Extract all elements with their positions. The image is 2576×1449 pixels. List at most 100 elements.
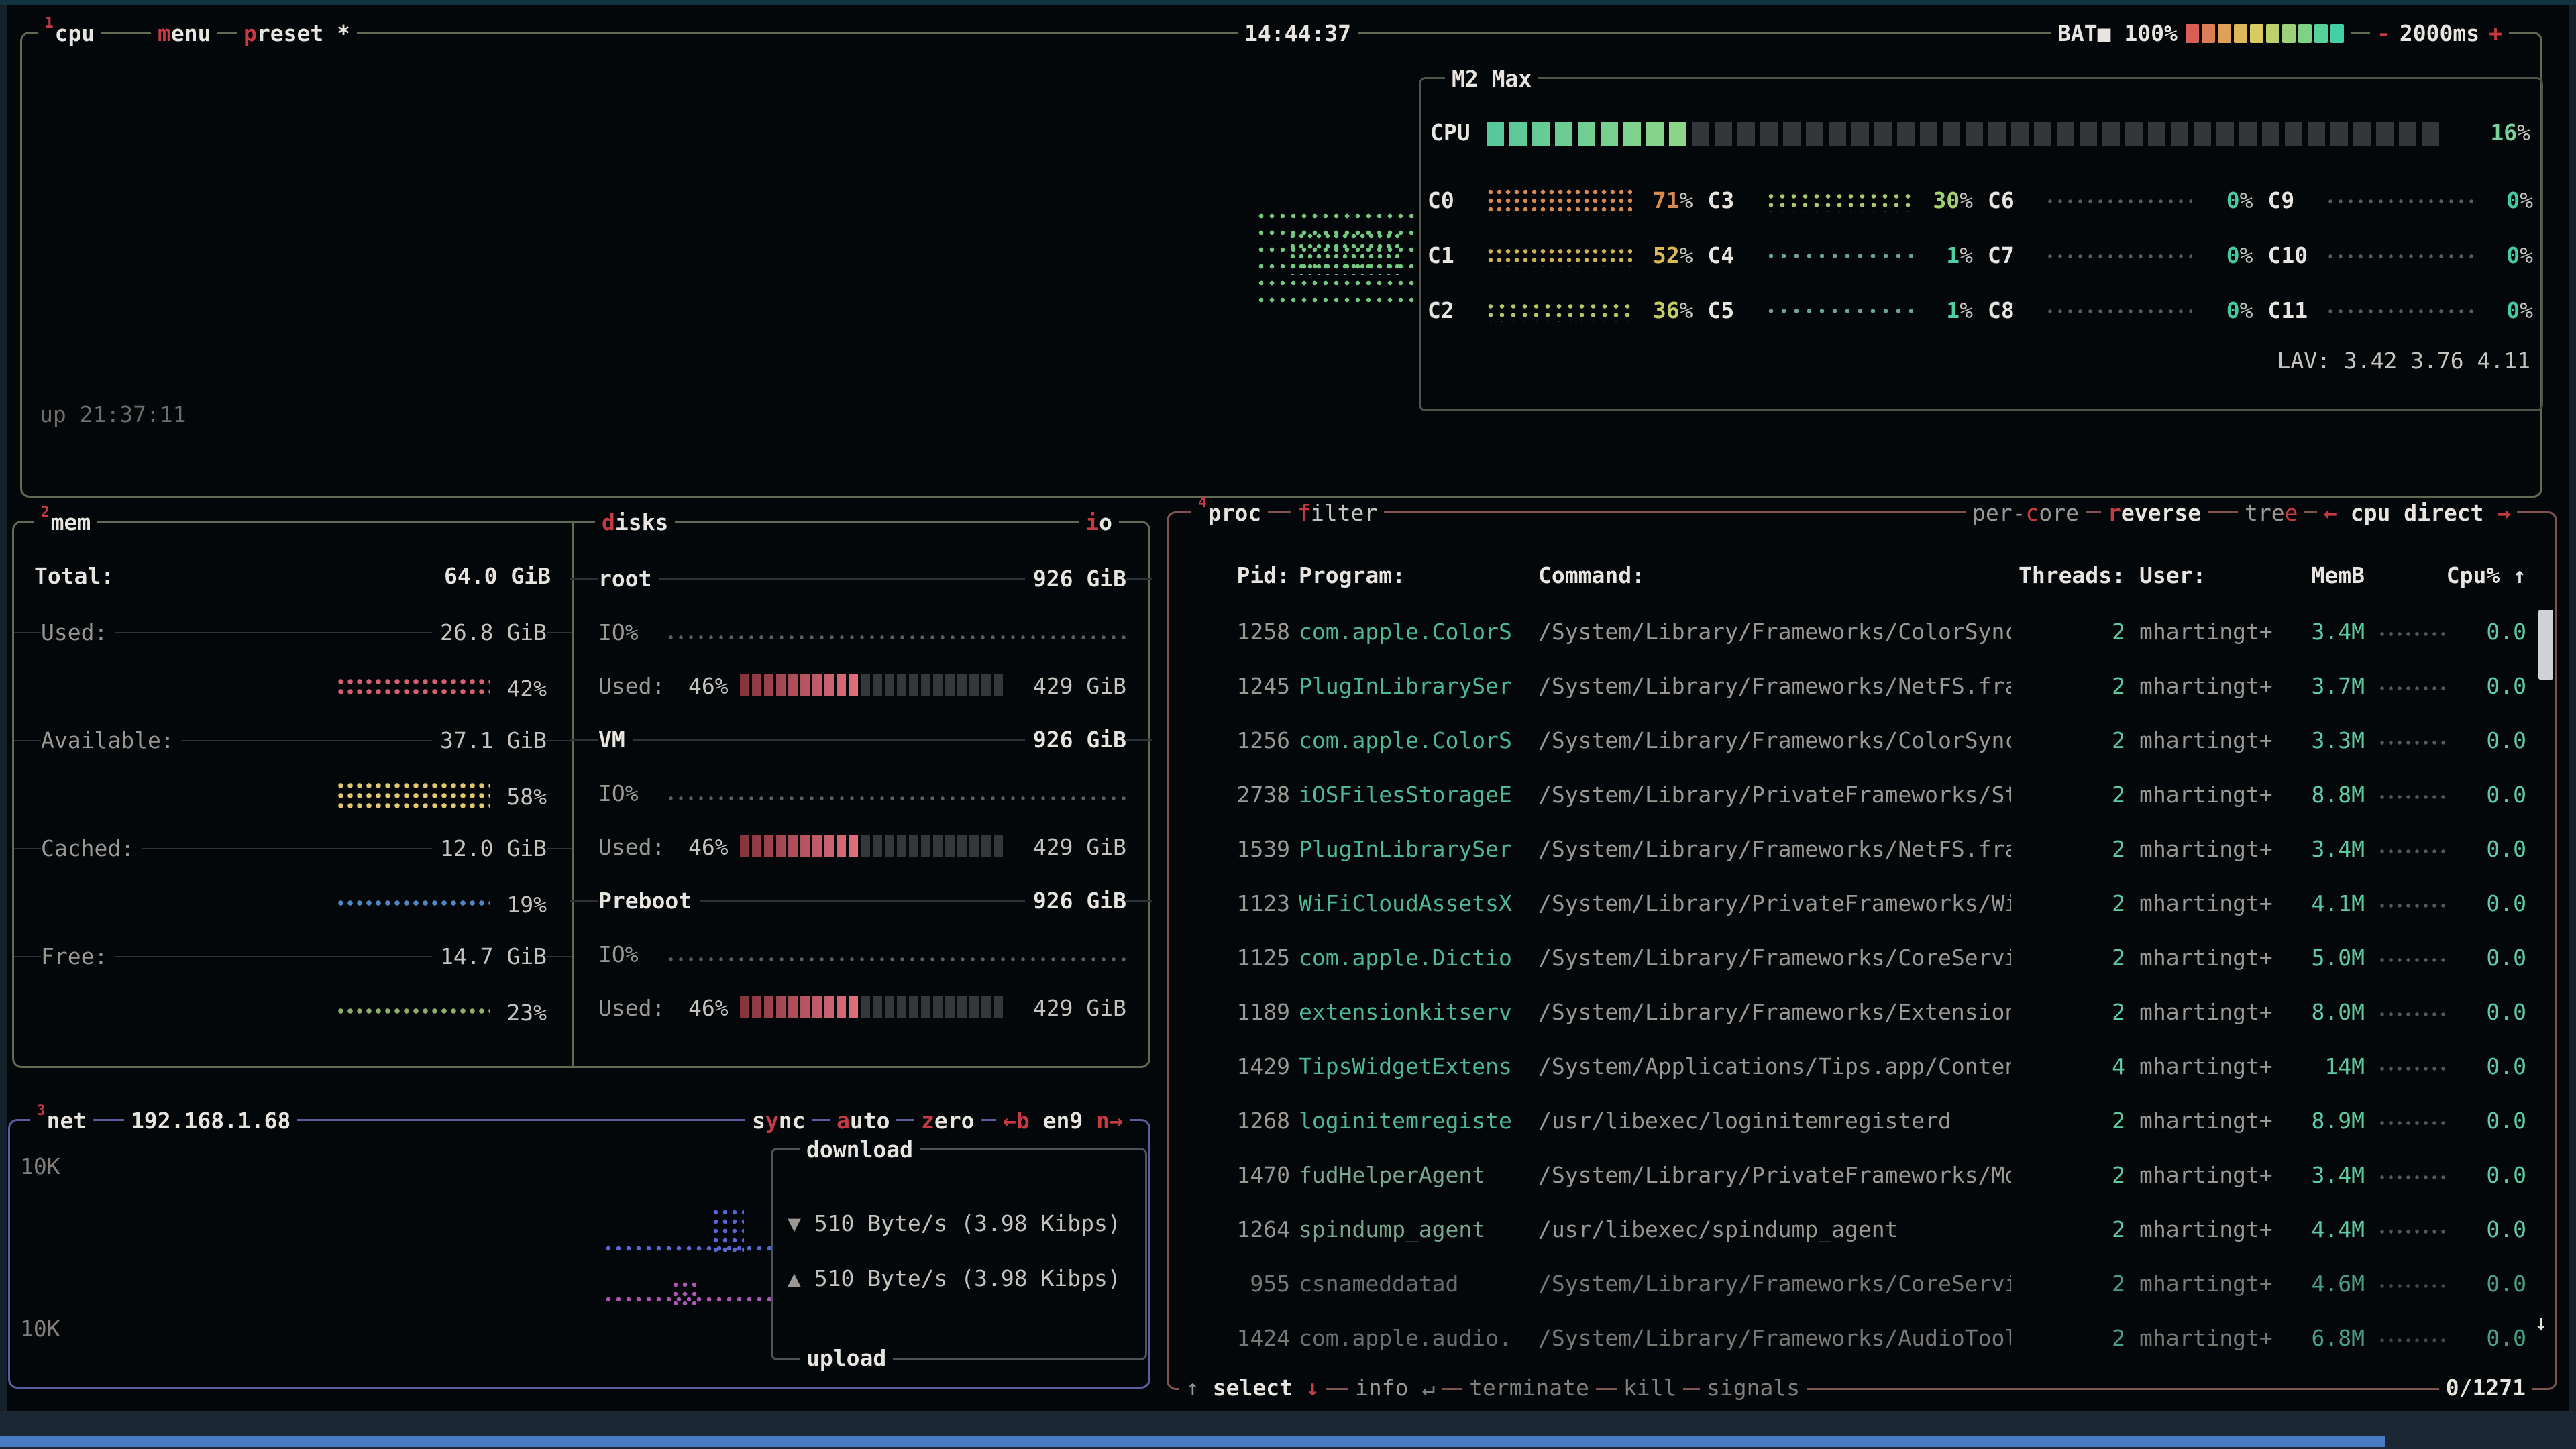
proc-box-toggle[interactable]: 4proc — [1191, 498, 1268, 528]
reverse-toggle[interactable]: reverse — [2101, 498, 2208, 528]
process-mem: 8.0M — [2290, 999, 2365, 1025]
disk-io-label: IO% — [598, 779, 639, 808]
header-command[interactable]: Command: — [1532, 562, 2011, 588]
process-mem-meter — [2365, 930, 2447, 985]
preset-button[interactable]: preset * — [237, 19, 357, 48]
sort-right-arrow[interactable]: → — [2497, 498, 2510, 528]
process-mem: 4.1M — [2290, 890, 2365, 916]
core-percent: 30% — [1933, 187, 1973, 213]
process-row[interactable]: 1424 com.apple.audio. /System/Library/Fr… — [1228, 1311, 2526, 1365]
select-down-icon[interactable]: ↓ — [1293, 1373, 1320, 1403]
net-sync-button[interactable]: sync — [745, 1106, 812, 1136]
core-cell: C8 0% — [1981, 285, 2261, 340]
select-up-icon[interactable]: ↑ — [1186, 1373, 1213, 1403]
process-cpu: 0.0 — [2447, 1108, 2526, 1134]
cpu-box-toggle[interactable]: 1cpu — [38, 19, 101, 48]
process-mem-meter — [2365, 1039, 2447, 1093]
process-row[interactable]: 1245 PlugInLibrarySer /System/Library/Fr… — [1228, 659, 2526, 713]
process-program: PlugInLibrarySer — [1290, 673, 1532, 699]
core-label: C5 — [1708, 297, 1735, 323]
core-graph — [2048, 309, 2192, 316]
process-user: mhartingt+ — [2125, 673, 2290, 699]
mem-panel: Total: 64.0 GiB Used: 26.8 GiB 42% Avail… — [14, 523, 572, 1066]
process-row[interactable]: 1123 WiFiCloudAssetsX /System/Library/Pr… — [1228, 876, 2526, 930]
interval-minus-button[interactable]: - — [2377, 19, 2390, 48]
load-average: LAV: 3.42 3.76 4.11 — [2277, 346, 2531, 376]
mem-box: 2mem disks io Total: 64.0 GiB Used: 26.8… — [12, 521, 1150, 1068]
mem-entry-value: 26.8 GiB — [432, 618, 547, 647]
kill-button[interactable]: kill — [1617, 1373, 1683, 1403]
signals-button[interactable]: signals — [1700, 1373, 1807, 1403]
process-row[interactable]: 1189 extensionkitserv /System/Library/Fr… — [1228, 985, 2526, 1039]
process-mem: 4.6M — [2290, 1271, 2365, 1297]
process-pid: 1470 — [1228, 1162, 1290, 1188]
core-label: C8 — [1988, 297, 2015, 323]
cpu-total-percent: 16% — [2490, 118, 2530, 148]
net-zero-button[interactable]: zero — [914, 1106, 981, 1136]
disk-used-meter — [740, 996, 1004, 1018]
process-mem-meter — [2365, 1148, 2447, 1202]
prev-interface-button[interactable]: ←b — [1003, 1106, 1030, 1136]
process-row[interactable]: 1470 fudHelperAgent /System/Library/Priv… — [1228, 1148, 2526, 1202]
process-row[interactable]: 1256 com.apple.ColorS /System/Library/Fr… — [1228, 713, 2526, 767]
header-threads[interactable]: Threads: — [2011, 562, 2125, 588]
process-row[interactable]: 1258 com.apple.ColorS /System/Library/Fr… — [1228, 604, 2526, 659]
menu-button[interactable]: menu — [151, 19, 217, 48]
header-mem[interactable]: MemB — [2290, 562, 2365, 588]
process-row[interactable]: 955 csnameddatad /System/Library/Framewo… — [1228, 1256, 2526, 1311]
per-core-toggle[interactable]: per-core — [1966, 498, 2086, 528]
header-pid[interactable]: Pid: — [1228, 562, 1290, 588]
tree-toggle[interactable]: tree — [2238, 498, 2304, 528]
disk-used-label: Used: — [598, 672, 665, 701]
mem-entry-meter — [337, 898, 490, 908]
interface-name: en9 — [1030, 1106, 1096, 1136]
net-scale-bottom: 10K — [20, 1314, 60, 1344]
process-program: WiFiCloudAssetsX — [1290, 890, 1532, 916]
interval-plus-button[interactable]: + — [2489, 19, 2502, 48]
header-cpu-sort[interactable]: Cpu% ↑ — [2365, 562, 2526, 588]
cpu-total-label: CPU — [1430, 118, 1470, 148]
proc-scrollbar-thumb[interactable] — [2538, 610, 2553, 680]
net-ip-address: 192.168.1.68 — [124, 1106, 297, 1136]
mem-entry-meter — [337, 781, 490, 811]
process-mem: 4.4M — [2290, 1216, 2365, 1242]
process-mem: 3.4M — [2290, 619, 2365, 645]
process-row[interactable]: 1539 PlugInLibrarySer /System/Library/Fr… — [1228, 822, 2526, 876]
process-cpu: 0.0 — [2447, 836, 2526, 862]
process-cpu: 0.0 — [2447, 1216, 2526, 1242]
sort-left-arrow[interactable]: ← — [2324, 498, 2337, 528]
select-control[interactable]: ↑ select ↓ — [1179, 1373, 1326, 1403]
header-program[interactable]: Program: — [1290, 562, 1532, 588]
process-row[interactable]: 2738 iOSFilesStorageE /System/Library/Pr… — [1228, 767, 2526, 822]
process-cpu: 0.0 — [2447, 727, 2526, 753]
terminate-button[interactable]: terminate — [1462, 1373, 1596, 1403]
core-label: C0 — [1428, 187, 1454, 213]
disk-used-value: 429 GiB — [1033, 994, 1126, 1023]
disk-entry: VM 926 GiB IO% Used: 46% 429 GiB — [574, 725, 1148, 886]
info-button[interactable]: info ↵ — [1348, 1373, 1442, 1403]
disk-io-graph — [669, 635, 1130, 640]
sort-column-switcher[interactable]: ← cpu direct → — [2317, 498, 2517, 528]
process-pid: 2738 — [1228, 782, 1290, 808]
mem-entry: Cached: 12.0 GiB 19% — [21, 834, 568, 942]
process-mem-meter — [2365, 985, 2447, 1039]
core-percent: 36% — [1653, 297, 1693, 323]
filter-button[interactable]: filter — [1291, 498, 1384, 528]
next-interface-button[interactable]: n→ — [1096, 1106, 1123, 1136]
process-mem: 14M — [2290, 1053, 2365, 1079]
net-box-toggle[interactable]: 3net — [30, 1106, 93, 1136]
process-mem-meter — [2365, 876, 2447, 930]
process-row[interactable]: 1125 com.apple.Dictio /System/Library/Fr… — [1228, 930, 2526, 985]
net-interface-switcher[interactable]: ←b en9 n→ — [996, 1106, 1130, 1136]
battery-icon: ■ — [2098, 20, 2111, 46]
process-row[interactable]: 1268 loginitemregiste /usr/libexec/login… — [1228, 1093, 2526, 1148]
disk-used-percent: 46% — [688, 994, 729, 1023]
process-pid: 1539 — [1228, 836, 1290, 862]
selected-count: 0/1271 — [2439, 1373, 2532, 1403]
net-auto-button[interactable]: auto — [830, 1106, 896, 1136]
process-row[interactable]: 1429 TipsWidgetExtens /System/Applicatio… — [1228, 1039, 2526, 1093]
core-graph — [2328, 199, 2473, 206]
process-threads: 2 — [2011, 1216, 2125, 1242]
header-user[interactable]: User: — [2125, 562, 2290, 588]
process-row[interactable]: 1264 spindump_agent /usr/libexec/spindum… — [1228, 1202, 2526, 1256]
